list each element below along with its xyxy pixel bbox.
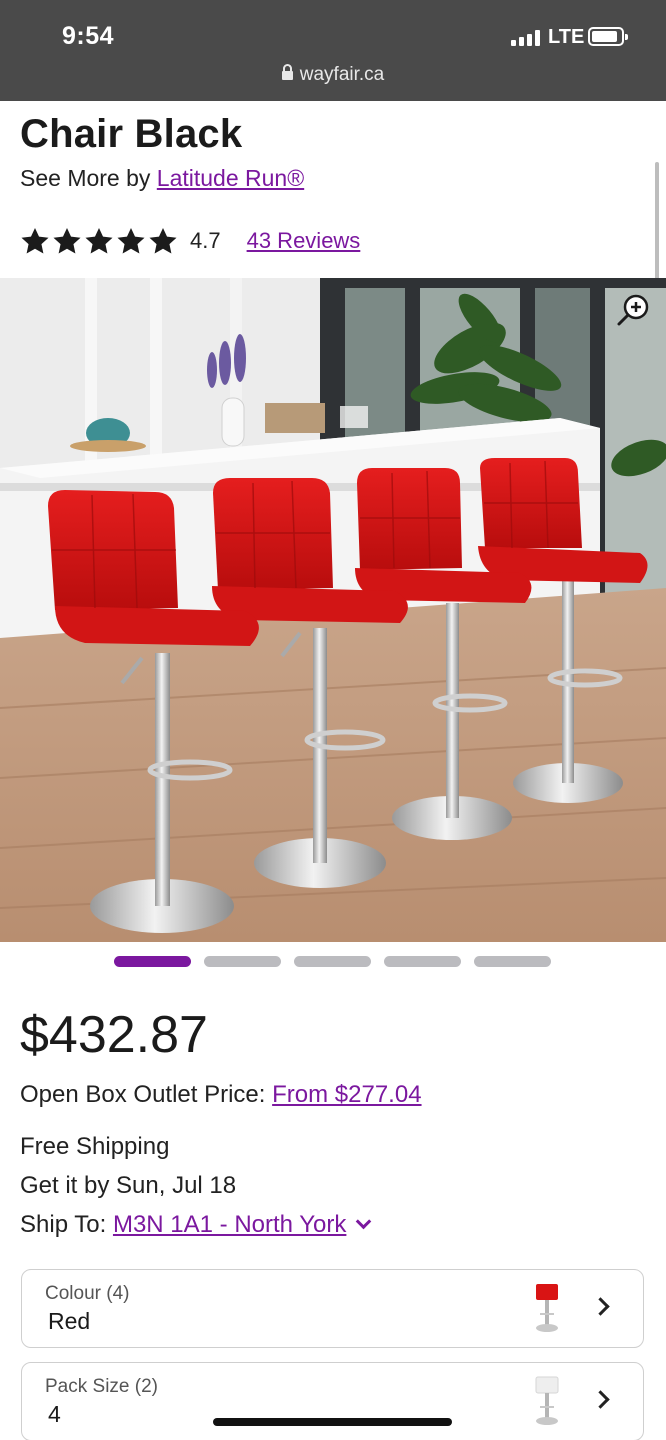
- open-box-label: Open Box Outlet Price:: [20, 1081, 273, 1108]
- carousel-dot[interactable]: [384, 956, 461, 967]
- colour-selector[interactable]: Colour (4) Red: [21, 1269, 644, 1348]
- star-icon: [85, 227, 113, 254]
- open-box-link[interactable]: From $277.04: [272, 1081, 421, 1108]
- signal-icon: [511, 30, 541, 46]
- red-stool-thumbnail: [536, 1284, 558, 1332]
- ship-to-label: Ship To:: [20, 1211, 113, 1238]
- star-icon: [53, 227, 81, 254]
- open-box-price: Open Box Outlet Price: From $277.04: [20, 1081, 422, 1109]
- chevron-down-icon[interactable]: [356, 1213, 372, 1230]
- clock: 9:54: [62, 22, 115, 50]
- network-label: LTE: [548, 26, 585, 48]
- rating-row: 4.7 43 Reviews: [20, 226, 360, 256]
- product-price: $432.87: [20, 1006, 208, 1064]
- brand-link[interactable]: Latitude Run®: [157, 165, 304, 191]
- ship-to-location[interactable]: M3N 1A1 - North York: [113, 1211, 346, 1238]
- white-stool-thumbnail: [535, 1376, 559, 1425]
- delivery-date: Get it by Sun, Jul 18: [20, 1172, 237, 1199]
- rating-value: 4.7: [190, 228, 221, 253]
- carousel-indicator: [114, 956, 551, 967]
- product-image[interactable]: [0, 278, 666, 942]
- bar-stools-photo: [0, 278, 666, 942]
- status-bar: 9:54 LTE wayfair.ca: [0, 0, 666, 101]
- star-icon: [149, 227, 177, 254]
- carousel-dot[interactable]: [114, 956, 191, 967]
- colour-label: Colour (4): [45, 1283, 130, 1304]
- lock-icon: [281, 64, 293, 80]
- free-shipping: Free Shipping: [20, 1133, 170, 1160]
- carousel-dot[interactable]: [204, 956, 281, 967]
- carousel-dot[interactable]: [294, 956, 371, 967]
- url-text: wayfair.ca: [299, 64, 385, 85]
- carousel-dot[interactable]: [474, 956, 551, 967]
- see-more-prefix: See More by: [20, 165, 157, 191]
- chevron-right-icon: [591, 1297, 610, 1316]
- zoom-in-icon[interactable]: [616, 292, 652, 328]
- home-indicator[interactable]: [213, 1418, 452, 1426]
- chevron-right-icon: [591, 1390, 610, 1409]
- battery-icon: [588, 27, 628, 46]
- ship-to: Ship To: M3N 1A1 - North York: [20, 1211, 372, 1239]
- pack-size-label: Pack Size (2): [45, 1376, 158, 1397]
- reviews-link[interactable]: 43 Reviews: [247, 228, 361, 254]
- see-more-by: See More by Latitude Run®: [20, 165, 304, 192]
- pack-size-value: 4: [48, 1401, 61, 1427]
- star-icon: [21, 227, 49, 254]
- star-icon: [117, 227, 145, 254]
- star-rating: [20, 227, 178, 255]
- address-bar[interactable]: wayfair.ca: [0, 64, 666, 86]
- product-title: Chair Black: [20, 112, 243, 156]
- pack-size-selector[interactable]: Pack Size (2) 4: [21, 1362, 644, 1440]
- colour-value: Red: [48, 1308, 91, 1334]
